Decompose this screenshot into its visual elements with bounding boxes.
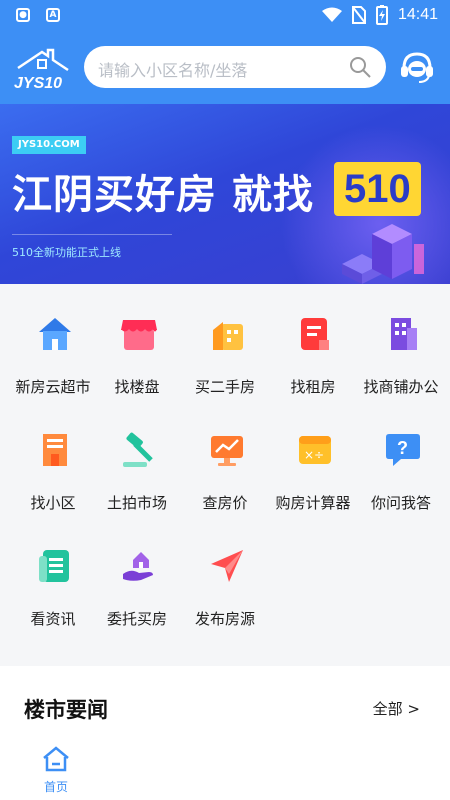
feature-grid: 新房云超市 找楼盘 买二手房 找租房 找商铺办公 找小区 土拍市场 查房价 ×÷…	[0, 284, 450, 666]
grid-item-label: 看资讯	[30, 610, 76, 628]
document-icon	[301, 318, 329, 350]
battery-charging-icon	[375, 5, 388, 25]
grid-item-communities[interactable]: 找小区	[8, 400, 98, 512]
grid-item-find-projects[interactable]: 找楼盘	[92, 284, 182, 396]
gavel-icon	[123, 432, 153, 467]
paper-plane-icon	[211, 550, 243, 582]
grid-item-commercial[interactable]: 找商铺办公	[356, 284, 446, 396]
grid-item-label: 发布房源	[194, 610, 255, 628]
house-icon	[39, 318, 71, 350]
no-sim-icon	[351, 6, 366, 24]
notification-a-icon: A	[46, 8, 60, 22]
grid-item-label: 土拍市场	[106, 494, 167, 512]
bottom-tab-bar: 首页	[0, 736, 450, 800]
grid-item-news[interactable]: 看资讯	[8, 516, 98, 628]
banner-headline: 江阴买好房 就找	[12, 172, 314, 218]
news-section: 楼市要闻 全部 >	[0, 666, 450, 736]
grid-item-label: 找商铺办公	[363, 378, 439, 396]
building-icon	[213, 322, 243, 350]
search-input[interactable]: 请输入小区名称/坐落	[98, 57, 247, 81]
grid-item-land-auction[interactable]: 土拍市场	[92, 400, 182, 512]
grid-item-new-homes[interactable]: 新房云超市	[8, 284, 98, 396]
jys10-logo[interactable]: JYS10	[12, 46, 76, 90]
grid-item-publish-listing[interactable]: 发布房源	[180, 516, 270, 628]
community-icon	[43, 434, 67, 466]
calculator-icon: ×÷	[299, 436, 331, 464]
search-bar[interactable]: 请输入小区名称/坐落	[84, 46, 386, 88]
clock: 14:41	[397, 6, 438, 23]
grid-item-label: 新房云超市	[15, 378, 91, 396]
grid-item-label: 找楼盘	[114, 378, 160, 396]
promo-banner[interactable]: JYS10.COM 江阴买好房 就找 510 510全新功能正式上线	[0, 104, 450, 284]
news-more-link[interactable]: 全部 >	[373, 698, 420, 719]
grid-item-qa[interactable]: ? 你问我答	[356, 400, 446, 512]
chart-monitor-icon	[211, 436, 243, 466]
customer-service-icon[interactable]	[398, 48, 436, 86]
svg-text:×÷: ×÷	[304, 448, 324, 462]
grid-item-label: 你问我答	[370, 494, 431, 512]
svg-text:?: ?	[397, 438, 408, 458]
grid-item-entrust-buy[interactable]: 委托买房	[92, 516, 182, 628]
office-icon	[391, 318, 417, 350]
grid-item-label: 找小区	[30, 494, 76, 512]
banner-domain-tag: JYS10.COM	[12, 136, 86, 154]
top-header: JYS10 请输入小区名称/坐落	[0, 32, 450, 104]
grid-item-label: 找租房	[290, 378, 336, 396]
grid-item-rentals[interactable]: 找租房	[268, 284, 358, 396]
home-icon	[43, 746, 69, 772]
news-section-title: 楼市要闻	[24, 698, 108, 722]
banner-subline: 510全新功能正式上线	[12, 246, 121, 259]
tab-home-label: 首页	[43, 780, 68, 794]
isometric-buildings-icon	[342, 224, 424, 284]
tab-home[interactable]: 首页	[36, 742, 76, 794]
grid-item-label: 买二手房	[194, 378, 255, 396]
grid-item-price-check[interactable]: 查房价	[180, 400, 270, 512]
banner-divider	[12, 234, 172, 235]
shield-icon: ●	[16, 8, 30, 22]
store-icon	[121, 320, 157, 350]
question-icon: ?	[386, 434, 420, 466]
news-icon	[39, 550, 69, 582]
grid-item-label: 查房价	[202, 494, 248, 512]
grid-item-second-hand[interactable]: 买二手房	[180, 284, 270, 396]
hand-house-icon	[123, 552, 153, 581]
wifi-icon	[321, 7, 342, 22]
search-icon[interactable]	[348, 55, 372, 79]
grid-item-label: 委托买房	[106, 610, 167, 628]
grid-item-label: 购房计算器	[275, 494, 351, 512]
svg-text:JYS10: JYS10	[14, 75, 62, 90]
grid-item-calculator[interactable]: ×÷ 购房计算器	[268, 400, 358, 512]
status-bar: ● A 14:41	[0, 0, 450, 32]
